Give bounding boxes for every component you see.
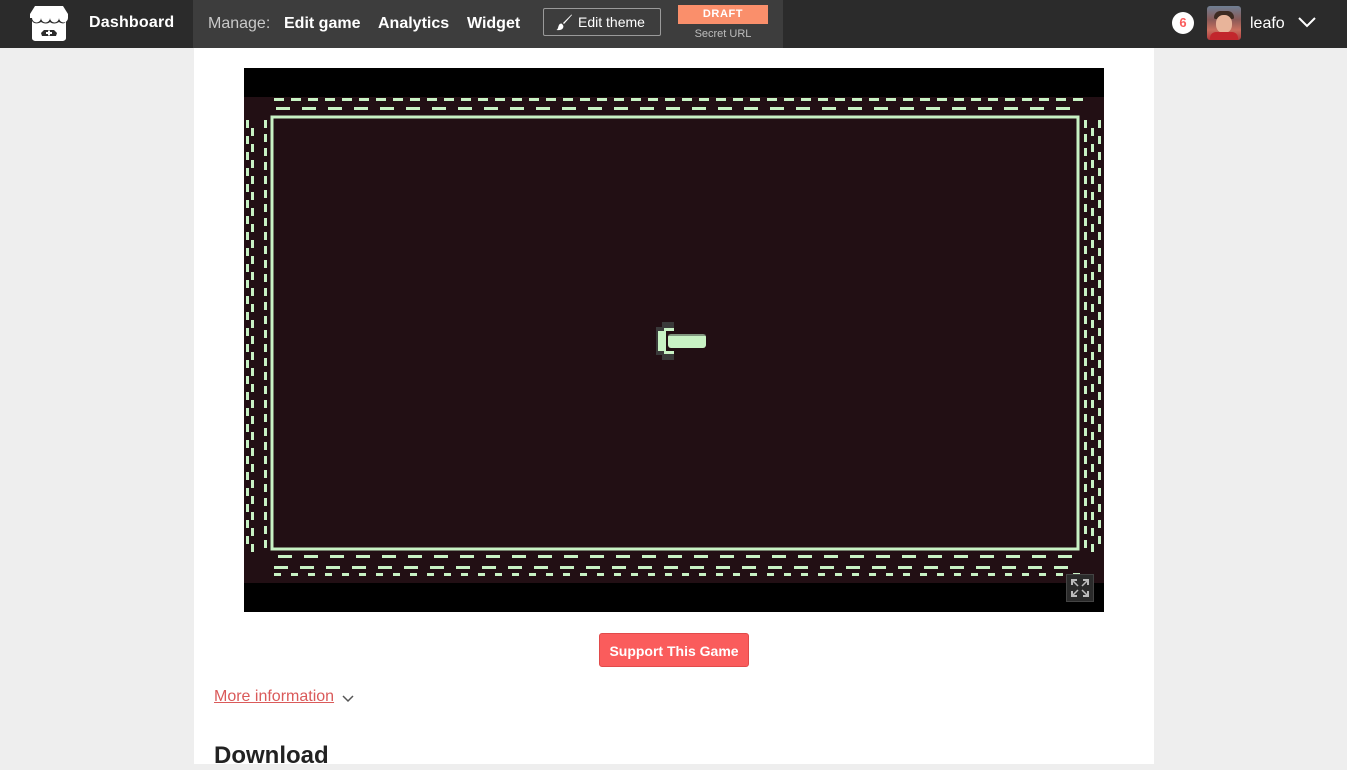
secret-url-link[interactable]: Secret URL <box>678 28 768 40</box>
paintbrush-icon <box>556 14 572 31</box>
support-this-game-button[interactable]: Support This Game <box>599 633 749 667</box>
more-information-link[interactable]: More information <box>214 688 334 706</box>
game-embed-frame[interactable] <box>244 68 1104 612</box>
widget-link[interactable]: Widget <box>467 15 520 33</box>
itchio-logo-icon[interactable] <box>29 5 69 42</box>
fullscreen-icon <box>1071 579 1089 597</box>
username-label[interactable]: leafo <box>1250 15 1285 33</box>
manage-bar: Manage: Edit game Analytics Widget Edit … <box>193 0 783 48</box>
edit-game-link[interactable]: Edit game <box>284 15 360 33</box>
game-page-column: Support This Game More information Downl… <box>194 48 1154 769</box>
avatar[interactable] <box>1207 6 1241 40</box>
manage-label: Manage: <box>208 15 271 32</box>
chevron-down-icon[interactable] <box>342 695 354 703</box>
fullscreen-button[interactable] <box>1066 574 1094 602</box>
download-heading: Download <box>214 742 329 769</box>
chevron-down-icon[interactable] <box>1298 16 1316 28</box>
edit-theme-button[interactable]: Edit theme <box>543 8 661 36</box>
top-navigation-bar: Dashboard Manage: Edit game Analytics Wi… <box>0 0 1347 48</box>
edit-theme-label: Edit theme <box>578 14 645 30</box>
analytics-link[interactable]: Analytics <box>378 15 449 33</box>
draft-badge: DRAFT <box>678 5 768 24</box>
dashboard-link[interactable]: Dashboard <box>89 14 174 32</box>
game-canvas[interactable] <box>244 68 1104 612</box>
notification-count-badge[interactable]: 6 <box>1172 12 1194 34</box>
